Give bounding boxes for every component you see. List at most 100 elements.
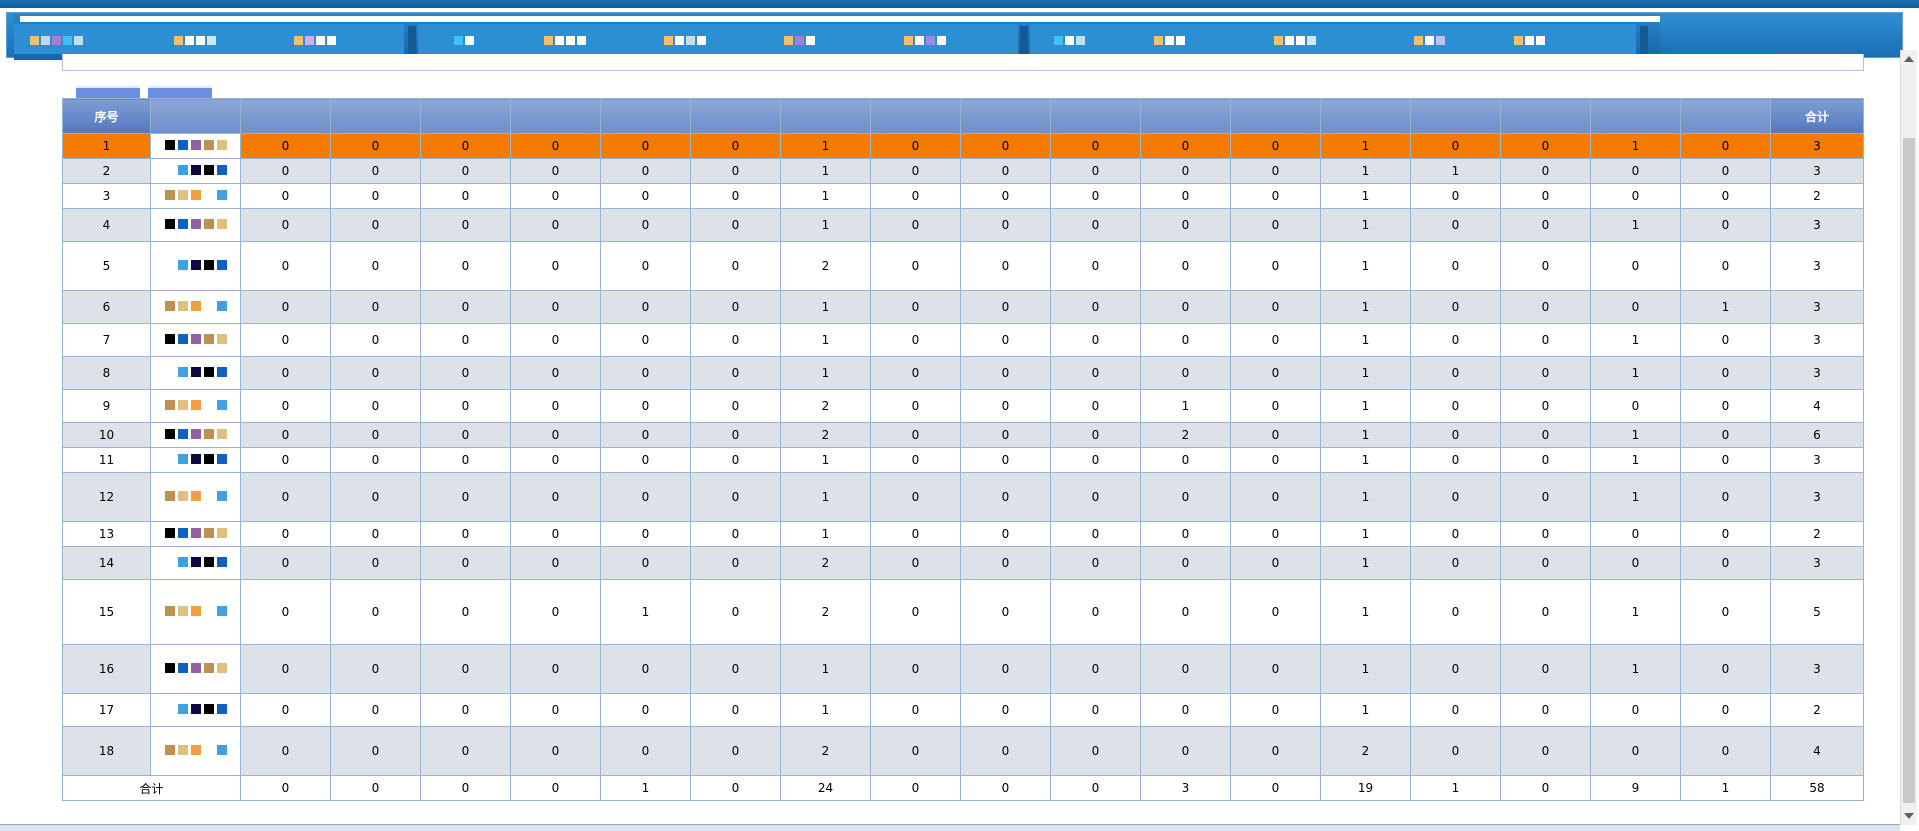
value-cell: 0: [690, 158, 781, 184]
nav-menu-item[interactable]: [1414, 36, 1445, 46]
value-cell: 0: [870, 521, 961, 547]
value-cell: 1: [1320, 389, 1411, 423]
value-cell: 0: [1050, 521, 1141, 547]
column-header[interactable]: [1230, 98, 1321, 134]
table-row[interactable]: 12 0 0 0 0 0 0 1 0 0 0 0 0 1 0 0 1 0 3: [62, 472, 1864, 522]
vertical-scrollbar[interactable]: [1900, 50, 1917, 825]
value-cell: 0: [420, 389, 511, 423]
value-cell: 0: [420, 693, 511, 727]
value-cell: 0: [960, 389, 1051, 423]
column-header[interactable]: [600, 98, 691, 134]
table-row[interactable]: 6000000100000100013: [62, 290, 1864, 324]
table-row[interactable]: 9000000200010100004: [62, 389, 1864, 423]
value-cell: 0: [1230, 447, 1321, 473]
nav-menu-item[interactable]: [784, 36, 815, 46]
value-cell: 0: [420, 356, 511, 390]
nav-menu-item[interactable]: [30, 36, 83, 46]
value-cell: 0: [420, 644, 511, 694]
value-cell: 0: [600, 290, 691, 324]
row-index-cell: 2: [62, 158, 151, 184]
column-header[interactable]: [1140, 98, 1231, 134]
value-cell: 0: [1230, 290, 1321, 324]
value-cell: 0: [1050, 323, 1141, 357]
row-name-cell-redacted: [150, 133, 241, 159]
total-cell: 1: [1680, 775, 1771, 801]
value-cell: 0: [1410, 472, 1501, 522]
value-cell: 0: [510, 472, 601, 522]
scrollbar-thumb[interactable]: [1903, 138, 1915, 803]
nav-menu-item[interactable]: [544, 36, 586, 46]
table-row[interactable]: 2000000100000110003: [62, 158, 1864, 184]
column-header[interactable]: [510, 98, 601, 134]
table-row[interactable]: 11 0 0 0 0 0 0 1 0 0 0 0 0 1 0 0 1 0 3: [62, 447, 1864, 473]
total-cell: 0: [690, 775, 781, 801]
column-header[interactable]: [240, 98, 331, 134]
column-header[interactable]: [690, 98, 781, 134]
nav-menu-item[interactable]: [454, 36, 474, 46]
column-header[interactable]: [1050, 98, 1141, 134]
value-cell: 0: [1050, 133, 1141, 159]
value-cell: 0: [600, 158, 691, 184]
nav-menu-item[interactable]: [1274, 36, 1316, 46]
table-row[interactable]: 8000000100000100103: [62, 356, 1864, 390]
column-header[interactable]: [960, 98, 1051, 134]
table-row[interactable]: 10 0 0 0 0 0 0 2 0 0 0 2 0 1 0 0 1 0 6: [62, 422, 1864, 448]
value-cell: 0: [420, 521, 511, 547]
value-cell: 0: [870, 290, 961, 324]
table-row[interactable]: 14 0 0 0 0 0 0 2 0 0 0 0 0 1 0 0 0 0 3: [62, 546, 1864, 580]
column-header[interactable]: [1320, 98, 1411, 134]
value-cell: 1: [780, 644, 871, 694]
column-header-index[interactable]: 序号: [62, 98, 151, 134]
table-row[interactable]: 13 0 0 0 0 0 0 1 0 0 0 0 0 1 0 0 0 0 2: [62, 521, 1864, 547]
nav-menu-item[interactable]: [904, 36, 946, 46]
value-cell: 0: [240, 422, 331, 448]
column-header[interactable]: [780, 98, 871, 134]
table-body: 1000000100000100103200000010000011000330…: [62, 133, 1864, 776]
column-header-name[interactable]: [150, 98, 241, 134]
statistics-table: 序号 合计 1000000100000100103200000010000011…: [62, 98, 1864, 801]
column-header[interactable]: [420, 98, 511, 134]
table-row[interactable]: 7000000100000100103: [62, 323, 1864, 357]
scroll-down-arrow-icon[interactable]: [1904, 813, 1914, 819]
value-cell: 0: [1410, 726, 1501, 776]
value-cell: 0: [330, 422, 421, 448]
row-index-cell: 18: [62, 726, 151, 776]
nav-menu-item[interactable]: [294, 36, 336, 46]
value-cell: 0: [960, 356, 1051, 390]
value-cell: 0: [960, 693, 1051, 727]
nav-menu-item[interactable]: [1154, 36, 1185, 46]
nav-menu-item[interactable]: [1514, 36, 1545, 46]
value-cell: 0: [690, 447, 781, 473]
value-cell: 1: [1320, 183, 1411, 209]
table-row[interactable]: 17 0 0 0 0 0 0 1 0 0 0 0 0 1 0 0 0 0 2: [62, 693, 1864, 727]
nav-menu-item[interactable]: [174, 36, 216, 46]
table-row[interactable]: 18 0 0 0 0 0 0 2 0 0 0 0 0 2 0 0 0 0 4: [62, 726, 1864, 776]
column-header[interactable]: [1680, 98, 1771, 134]
column-header-total[interactable]: 合计: [1770, 98, 1864, 134]
column-header[interactable]: [330, 98, 421, 134]
table-row[interactable]: 1000000100000100103: [62, 133, 1864, 159]
table-row[interactable]: 16 0 0 0 0 0 0 1 0 0 0 0 0 1 0 0 1 0 3: [62, 644, 1864, 694]
table-row[interactable]: 5000000200000100003: [62, 241, 1864, 291]
value-cell: 0: [690, 290, 781, 324]
value-cell: 0: [420, 472, 511, 522]
row-index-cell: 5: [62, 241, 151, 291]
column-header[interactable]: [1410, 98, 1501, 134]
value-cell: 0: [1500, 726, 1591, 776]
value-cell: 1: [1320, 447, 1411, 473]
value-cell: 0: [1140, 693, 1231, 727]
column-header[interactable]: [1590, 98, 1681, 134]
value-cell: 0: [240, 447, 331, 473]
table-row[interactable]: 15 0 0 0 0 1 0 2 0 0 0 0 0 1 0 0 1 0 5: [62, 579, 1864, 645]
column-header[interactable]: [870, 98, 961, 134]
nav-menu-item[interactable]: [1054, 36, 1085, 46]
table-row[interactable]: 3000000100000100002: [62, 183, 1864, 209]
value-cell: 0: [1500, 422, 1591, 448]
value-cell: 1: [1320, 422, 1411, 448]
column-header[interactable]: [1500, 98, 1591, 134]
nav-menu-item[interactable]: [664, 36, 706, 46]
value-cell: 0: [1140, 356, 1231, 390]
scroll-up-arrow-icon[interactable]: [1904, 56, 1914, 62]
table-row[interactable]: 4000000100000100103: [62, 208, 1864, 242]
value-cell: 1: [780, 133, 871, 159]
